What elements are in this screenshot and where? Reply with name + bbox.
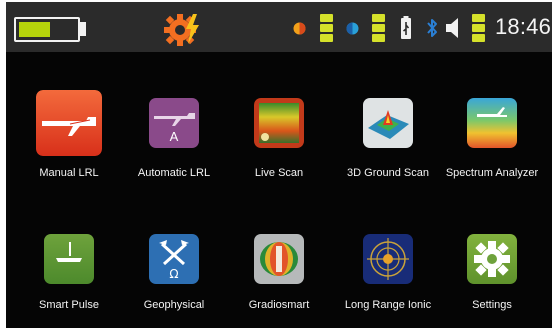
app-spectrum-analyzer[interactable]: Spectrum Analyzer: [437, 88, 547, 180]
settings-alert-icon[interactable]: [164, 10, 202, 48]
3d-ground-scan-icon: [363, 98, 413, 148]
app-long-range-ionic[interactable]: Long Range Ionic: [333, 228, 443, 320]
geophysical-icon: Ω: [149, 234, 199, 284]
app-live-scan[interactable]: Live Scan: [224, 88, 334, 180]
app-label: 3D Ground Scan: [347, 167, 429, 179]
long-range-ionic-icon: [363, 234, 413, 284]
sensor-b-icon: [346, 22, 359, 35]
speaker-icon[interactable]: [445, 17, 461, 39]
gradiosmart-icon: [254, 234, 304, 284]
settings-icon: [467, 234, 517, 284]
automatic-lrl-icon: A: [149, 98, 199, 148]
sensor-b-level-icon: [372, 14, 385, 43]
svg-text:Ω: Ω: [169, 267, 178, 281]
app-settings[interactable]: Settings: [437, 228, 547, 320]
app-label: Manual LRL: [39, 167, 99, 179]
usb-icon: [401, 16, 411, 39]
device-screen: 18:46 Manual LRL A Automatic LRL Live Sc…: [6, 2, 552, 328]
app-automatic-lrl[interactable]: A Automatic LRL: [119, 88, 229, 180]
battery-icon: [14, 17, 80, 42]
clock: 18:46: [495, 14, 552, 39]
app-label: Settings: [472, 299, 512, 311]
app-geophysical[interactable]: Ω Geophysical: [119, 228, 229, 320]
spectrum-analyzer-icon: [467, 98, 517, 148]
app-label: Long Range Ionic: [344, 299, 432, 311]
live-scan-icon: [254, 98, 304, 148]
smart-pulse-icon: [44, 234, 94, 284]
app-label: Gradiosmart: [248, 299, 310, 311]
app-smart-pulse[interactable]: Smart Pulse: [14, 228, 124, 320]
bluetooth-icon: [427, 19, 437, 37]
svg-text:A: A: [170, 129, 179, 144]
volume-level-icon[interactable]: [472, 14, 485, 43]
app-label: Automatic LRL: [137, 167, 211, 179]
app-3d-ground-scan[interactable]: 3D Ground Scan: [333, 88, 443, 180]
status-bar: 18:46: [6, 2, 552, 52]
app-label: Smart Pulse: [39, 299, 99, 311]
battery-level-fill: [19, 22, 50, 37]
app-gradiosmart[interactable]: Gradiosmart: [224, 228, 334, 320]
sensor-a-icon: [293, 22, 306, 35]
app-label: Geophysical: [143, 299, 205, 311]
app-label: Live Scan: [254, 167, 304, 179]
sensor-a-level-icon: [320, 14, 333, 43]
battery-tip: [80, 22, 86, 36]
app-manual-lrl[interactable]: Manual LRL: [14, 88, 124, 180]
manual-lrl-icon: [36, 90, 102, 156]
app-label: Spectrum Analyzer: [445, 167, 539, 179]
